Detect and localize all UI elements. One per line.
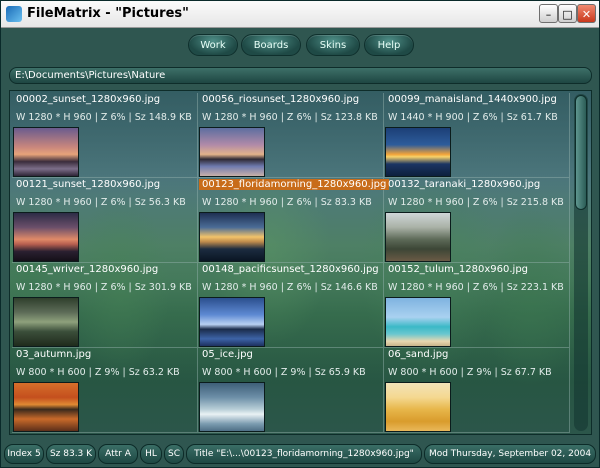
- file-meta: W 800 * H 600 | Z 9% | Sz 65.9 KB: [202, 367, 366, 378]
- thumbnail-image[interactable]: [199, 297, 265, 347]
- file-name[interactable]: 00152_tulum_1280x960.jpg: [388, 264, 528, 275]
- thumbnail-image[interactable]: [13, 212, 79, 262]
- file-item[interactable]: 00152_tulum_1280x960.jpg W 1280 * H 960 |…: [384, 263, 570, 348]
- file-meta: W 1280 * H 960 | Z 6% | Sz 83.3 KB: [202, 197, 372, 208]
- menu-bar: Work Boards Skins Help: [1, 34, 599, 56]
- file-meta: W 1280 * H 960 | Z 6% | Sz 148.9 KB: [16, 112, 192, 123]
- status-bar: Index 5 Sz 83.3 K Attr A HL SC Title "E:…: [1, 444, 599, 464]
- file-meta: W 1280 * H 960 | Z 6% | Sz 301.9 KB: [16, 282, 192, 293]
- file-meta: W 1280 * H 960 | Z 6% | Sz 223.1 KB: [388, 282, 564, 293]
- thumbnail-image[interactable]: [385, 212, 451, 262]
- status-hl: HL: [140, 444, 162, 464]
- file-item[interactable]: 05_ice.jpg W 800 * H 600 | Z 9% | Sz 65.9…: [198, 348, 384, 433]
- file-item[interactable]: 00132_taranaki_1280x960.jpg W 1280 * H 96…: [384, 178, 570, 263]
- status-title: Title "E:\...\00123_floridamorning_1280x…: [186, 444, 422, 464]
- thumbnail-image[interactable]: [385, 382, 451, 432]
- thumbnail-image[interactable]: [13, 297, 79, 347]
- menu-help[interactable]: Help: [364, 34, 414, 56]
- title-bar: FileMatrix - "Pictures" – □ ✕: [1, 1, 599, 28]
- file-name[interactable]: 05_ice.jpg: [202, 349, 253, 360]
- thumbnail-image[interactable]: [199, 212, 265, 262]
- status-index: Index 5: [4, 444, 44, 464]
- file-grid: 00002_sunset_1280x960.jpg W 1280 * H 960 …: [12, 93, 571, 433]
- file-name[interactable]: 00132_taranaki_1280x960.jpg: [388, 179, 540, 190]
- file-meta: W 1440 * H 900 | Z 6% | Sz 61.7 KB: [388, 112, 558, 123]
- file-item[interactable]: 00121_sunset_1280x960.jpg W 1280 * H 960 …: [12, 178, 198, 263]
- minimize-button[interactable]: –: [539, 4, 558, 23]
- status-attr: Attr A: [98, 444, 138, 464]
- file-item[interactable]: 03_autumn.jpg W 800 * H 600 | Z 9% | Sz 6…: [12, 348, 198, 433]
- maximize-button[interactable]: □: [558, 4, 577, 23]
- file-name[interactable]: 00002_sunset_1280x960.jpg: [16, 94, 160, 105]
- file-name[interactable]: 00099_manaisland_1440x900.jpg: [388, 94, 557, 105]
- thumbnail-image[interactable]: [385, 127, 451, 177]
- file-item[interactable]: 00148_pacificsunset_1280x960.jpg W 1280 *…: [198, 263, 384, 348]
- thumbnail-image[interactable]: [13, 382, 79, 432]
- app-icon: [6, 6, 22, 22]
- scrollbar-thumb[interactable]: [575, 95, 587, 210]
- file-item[interactable]: 00099_manaisland_1440x900.jpg W 1440 * H …: [384, 93, 570, 178]
- menu-skins[interactable]: Skins: [306, 34, 360, 56]
- file-meta: W 1280 * H 960 | Z 6% | Sz 123.8 KB: [202, 112, 378, 123]
- file-meta: W 800 * H 600 | Z 9% | Sz 63.2 KB: [16, 367, 180, 378]
- file-item[interactable]: 06_sand.jpg W 800 * H 600 | Z 9% | Sz 67.…: [384, 348, 570, 433]
- app-window: FileMatrix - "Pictures" – □ ✕ Work Board…: [0, 0, 600, 468]
- file-meta: W 1280 * H 960 | Z 6% | Sz 146.6 KB: [202, 282, 378, 293]
- vertical-scrollbar[interactable]: [574, 94, 588, 431]
- file-name[interactable]: 00121_sunset_1280x960.jpg: [16, 179, 160, 190]
- menu-boards[interactable]: Boards: [241, 34, 301, 56]
- file-name[interactable]: 03_autumn.jpg: [16, 349, 91, 360]
- window-title: FileMatrix - "Pictures": [27, 6, 189, 21]
- file-name[interactable]: 06_sand.jpg: [388, 349, 448, 360]
- status-sc: SC: [164, 444, 184, 464]
- thumbnail-image[interactable]: [13, 127, 79, 177]
- file-item[interactable]: 00123_floridamorning_1280x960.jpg W 1280 …: [198, 178, 390, 263]
- file-meta: W 800 * H 600 | Z 9% | Sz 67.7 KB: [388, 367, 552, 378]
- thumbnail-image[interactable]: [199, 127, 265, 177]
- file-meta: W 1280 * H 960 | Z 6% | Sz 215.8 KB: [388, 197, 564, 208]
- file-name[interactable]: 00056_riosunset_1280x960.jpg: [202, 94, 359, 105]
- close-button[interactable]: ✕: [577, 4, 596, 23]
- file-item[interactable]: 00145_wriver_1280x960.jpg W 1280 * H 960 …: [12, 263, 198, 348]
- path-bar[interactable]: E:\Documents\Pictures\Nature: [9, 67, 592, 84]
- file-name[interactable]: 00145_wriver_1280x960.jpg: [16, 264, 158, 275]
- file-item[interactable]: 00002_sunset_1280x960.jpg W 1280 * H 960 …: [12, 93, 198, 178]
- status-modified: Mod Thursday, September 02, 2004: [424, 444, 596, 464]
- file-name[interactable]: 00123_floridamorning_1280x960.jpg: [199, 179, 390, 190]
- file-grid-panel: 00002_sunset_1280x960.jpg W 1280 * H 960 …: [9, 90, 592, 435]
- status-size: Sz 83.3 K: [46, 444, 96, 464]
- thumbnail-image[interactable]: [199, 382, 265, 432]
- file-item[interactable]: 00056_riosunset_1280x960.jpg W 1280 * H 9…: [198, 93, 384, 178]
- file-meta: W 1280 * H 960 | Z 6% | Sz 56.3 KB: [16, 197, 186, 208]
- file-name[interactable]: 00148_pacificsunset_1280x960.jpg: [202, 264, 379, 275]
- menu-work[interactable]: Work: [188, 34, 238, 56]
- thumbnail-image[interactable]: [385, 297, 451, 347]
